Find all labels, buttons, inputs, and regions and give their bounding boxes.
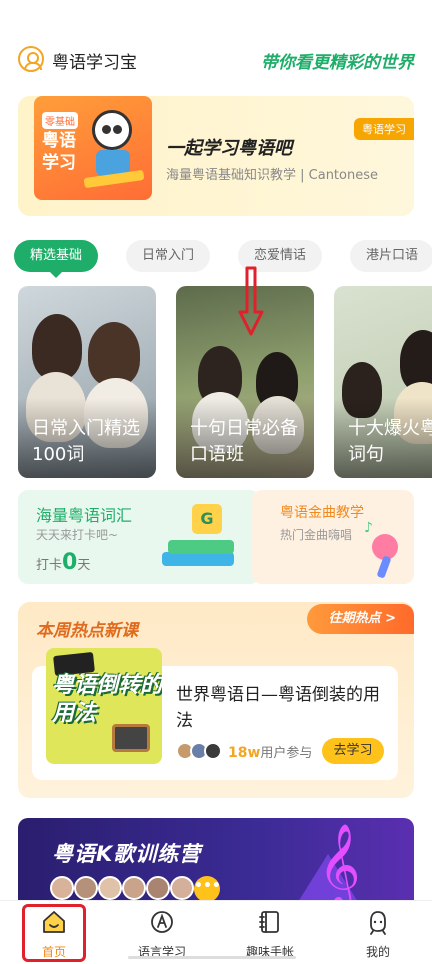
course-carousel: 日常入门精选 100词 十句日常必备 口语班 十大爆火粤 词句 — [0, 286, 432, 478]
course-card[interactable]: 十大爆火粤 词句 — [334, 286, 432, 478]
karaoke-title: 粤语K歌训练营 — [52, 842, 202, 866]
punch-count: 0 — [62, 550, 78, 575]
course-card-label: 十句日常必备 口语班 — [190, 418, 298, 465]
book-shape — [162, 552, 234, 566]
count-suffix: 用户参与 — [260, 746, 313, 761]
avatar — [122, 876, 146, 900]
hot-course-section: 本周热点新课 往期热点 > 粤语倒转的用法 世界粤语日—粤语倒装的用法 18w用… — [18, 602, 414, 798]
nav-fun-journal[interactable]: 趣味手帐 — [216, 901, 324, 964]
punch-suffix: 天 — [77, 558, 91, 573]
banner-image-title: 粤语学习 — [42, 131, 76, 173]
down-arrow-icon — [238, 266, 264, 336]
avatar — [50, 876, 74, 900]
punch-counter: 打卡0天 — [36, 550, 90, 575]
punch-prefix: 打卡 — [36, 558, 63, 573]
vocab-panel[interactable]: 海量粤语词汇 天天来打卡吧~ 打卡0天 G — [18, 490, 260, 584]
banner-subtitle: 海量粤语基础知识教学 | Cantonese — [166, 168, 378, 183]
notebook-icon — [259, 911, 279, 933]
nav-language-learning[interactable]: 语言学习 — [108, 901, 216, 964]
vocab-title: 海量粤语词汇 — [36, 506, 133, 525]
tab-hk-movie-speech[interactable]: 港片口语 — [350, 240, 432, 272]
treble-clef-icon: 𝄞 — [318, 822, 361, 906]
avatar — [204, 742, 222, 760]
avatar — [98, 876, 122, 900]
category-tabs: 精选基础 日常入门 恋爱情话 港片口语 — [0, 240, 432, 278]
book-shape — [168, 540, 234, 554]
hot-section-title: 本周热点新课 — [36, 621, 138, 641]
top-header: 粤语学习宝 带你看更精彩的世界 — [0, 38, 432, 80]
participant-avatars — [176, 742, 224, 760]
profile-icon — [370, 911, 386, 935]
music-note-icon: ♪ — [364, 520, 373, 536]
banner-title: 一起学习粤语吧 — [166, 138, 292, 159]
course-card[interactable]: 日常入门精选 100词 — [18, 286, 156, 478]
language-icon — [151, 911, 173, 933]
go-learn-button[interactable]: 去学习 — [322, 738, 384, 764]
zero-basis-tag: 零基础 — [42, 112, 78, 129]
hot-course-thumbnail: 粤语倒转的用法 — [46, 648, 162, 764]
banner-illustration: 零基础 粤语学习 — [34, 96, 152, 200]
panda-icon — [92, 110, 132, 150]
person-figure — [88, 322, 140, 386]
avatar — [170, 876, 194, 900]
tab-daily-intro[interactable]: 日常入门 — [126, 240, 210, 272]
more-singers-button[interactable]: ••• — [194, 876, 221, 902]
course-card-label: 日常入门精选 100词 — [32, 418, 140, 465]
nav-profile[interactable]: 我的 — [324, 901, 432, 964]
slogan: 带你看更精彩的世界 — [261, 53, 414, 73]
home-indicator — [128, 956, 296, 959]
banner-corner-badge: 粤语学习 — [354, 118, 414, 140]
hot-course-card[interactable]: 粤语倒转的用法 世界粤语日—粤语倒装的用法 18w用户参与 去学习 — [32, 648, 398, 780]
tv-icon — [112, 724, 150, 752]
user-icon[interactable] — [18, 46, 44, 72]
tab-selected-basics[interactable]: 精选基础 — [14, 240, 98, 278]
music-subtitle: 热门金曲嗨唱 — [280, 528, 353, 542]
thumbnail-text: 粤语倒转的用法 — [52, 673, 162, 726]
person-figure — [32, 314, 82, 380]
course-card-label: 十大爆火粤 词句 — [348, 418, 432, 465]
music-title: 粤语金曲教学 — [280, 505, 364, 521]
music-panel[interactable]: 粤语金曲教学 热门金曲嗨唱 ♪ — [252, 490, 414, 584]
books-icon: G — [162, 504, 238, 576]
avatar — [146, 876, 170, 900]
app-name: 粤语学习宝 — [52, 53, 137, 73]
vocab-subtitle: 天天来打卡吧~ — [36, 528, 119, 542]
letter-cube-icon: G — [192, 504, 222, 534]
intro-banner[interactable]: 零基础 粤语学习 一起学习粤语吧 海量粤语基础知识教学 | Cantonese … — [18, 96, 414, 216]
avatar — [74, 876, 98, 900]
hot-course-title: 世界粤语日—粤语倒装的用法 — [176, 685, 380, 731]
past-hot-button[interactable]: 往期热点 > — [306, 604, 414, 634]
home-highlight-box — [22, 904, 86, 962]
participant-count: 18w用户参与 — [228, 742, 312, 761]
nav-label: 我的 — [365, 945, 390, 959]
count-value: 18w — [228, 745, 261, 761]
